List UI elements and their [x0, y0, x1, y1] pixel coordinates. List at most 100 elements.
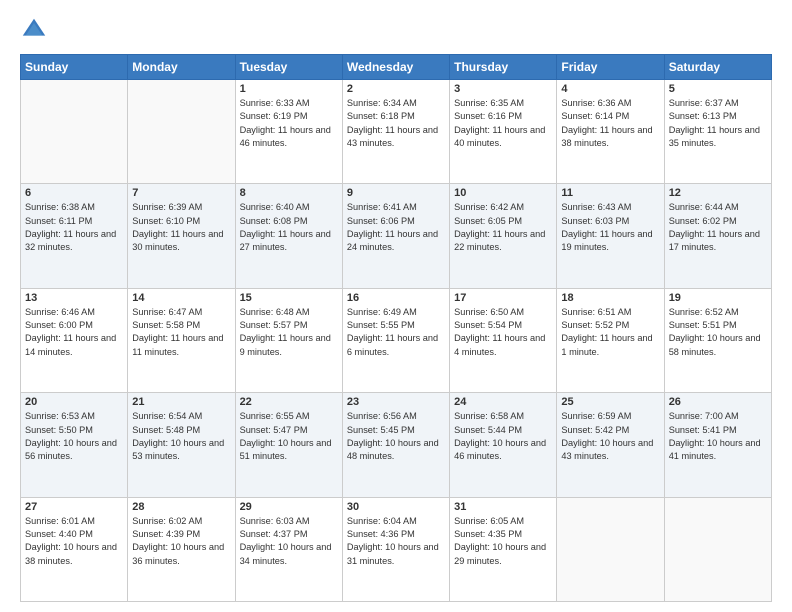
calendar-cell: 9Sunrise: 6:41 AMSunset: 6:06 PMDaylight…	[342, 184, 449, 288]
weekday-header: Thursday	[450, 55, 557, 80]
day-info: Sunrise: 6:58 AMSunset: 5:44 PMDaylight:…	[454, 410, 552, 463]
calendar-cell: 19Sunrise: 6:52 AMSunset: 5:51 PMDayligh…	[664, 288, 771, 392]
day-number: 9	[347, 187, 445, 199]
day-number: 21	[132, 396, 230, 408]
calendar-cell: 10 Sunrise: 6:42 AMSunset: 6:05 PMDayligh…	[450, 184, 557, 288]
logo-icon	[20, 16, 48, 44]
calendar-cell: 13 Sunrise: 6:46 AMSunset: 6:00 PMDayligh…	[21, 288, 128, 392]
day-info: Sunrise: 6:37 AMSunset: 6:13 PMDaylight:…	[669, 97, 767, 150]
weekday-header: Tuesday	[235, 55, 342, 80]
calendar-cell	[128, 80, 235, 184]
calendar-cell: 7 Sunrise: 6:39 AMSunset: 6:10 PMDaylight…	[128, 184, 235, 288]
day-number: 19	[669, 292, 767, 304]
calendar-cell: 28 Sunrise: 6:02 AMSunset: 4:39 PMDayligh…	[128, 497, 235, 601]
day-info: Sunrise: 6:03 AMSunset: 4:37 PMDaylight:…	[240, 515, 338, 568]
calendar-cell: 2 Sunrise: 6:34 AMSunset: 6:18 PMDaylight…	[342, 80, 449, 184]
weekday-header: Sunday	[21, 55, 128, 80]
calendar-cell: 31 Sunrise: 6:05 AMSunset: 4:35 PMDayligh…	[450, 497, 557, 601]
day-info: Sunrise: 6:47 AMSunset: 5:58 PMDaylight:…	[132, 306, 230, 359]
day-info: Sunrise: 6:01 AMSunset: 4:40 PMDaylight:…	[25, 515, 123, 568]
weekday-header: Monday	[128, 55, 235, 80]
day-info: Sunrise: 6:43 AMSunset: 6:03 PMDaylight:…	[561, 201, 659, 254]
day-number: 5	[669, 83, 767, 95]
calendar-cell: 26Sunrise: 7:00 AMSunset: 5:41 PMDayligh…	[664, 393, 771, 497]
day-info: Sunrise: 6:48 AMSunset: 5:57 PMDaylight:…	[240, 306, 338, 359]
calendar-cell: 21 Sunrise: 6:54 AMSunset: 5:48 PMDayligh…	[128, 393, 235, 497]
calendar-cell: 15 Sunrise: 6:48 AMSunset: 5:57 PMDayligh…	[235, 288, 342, 392]
day-info: Sunrise: 6:04 AMSunset: 4:36 PMDaylight:…	[347, 515, 445, 568]
day-number: 13	[25, 292, 123, 304]
calendar-cell: 17 Sunrise: 6:50 AMSunset: 5:54 PMDayligh…	[450, 288, 557, 392]
day-number: 17	[454, 292, 552, 304]
day-number: 1	[240, 83, 338, 95]
calendar-cell: 11Sunrise: 6:43 AMSunset: 6:03 PMDayligh…	[557, 184, 664, 288]
weekday-header: Saturday	[664, 55, 771, 80]
weekday-header: Wednesday	[342, 55, 449, 80]
weekday-header: Friday	[557, 55, 664, 80]
day-number: 12	[669, 187, 767, 199]
calendar-cell: 29 Sunrise: 6:03 AMSunset: 4:37 PMDayligh…	[235, 497, 342, 601]
day-info: Sunrise: 6:39 AMSunset: 6:10 PMDaylight:…	[132, 201, 230, 254]
day-info: Sunrise: 6:34 AMSunset: 6:18 PMDaylight:…	[347, 97, 445, 150]
day-number: 31	[454, 501, 552, 513]
calendar-cell: 6 Sunrise: 6:38 AMSunset: 6:11 PMDaylight…	[21, 184, 128, 288]
day-info: Sunrise: 6:49 AMSunset: 5:55 PMDaylight:…	[347, 306, 445, 359]
day-info: Sunrise: 6:02 AMSunset: 4:39 PMDaylight:…	[132, 515, 230, 568]
calendar-cell: 18 Sunrise: 6:51 AMSunset: 5:52 PMDayligh…	[557, 288, 664, 392]
calendar-cell: 30 Sunrise: 6:04 AMSunset: 4:36 PMDayligh…	[342, 497, 449, 601]
day-number: 2	[347, 83, 445, 95]
day-info: Sunrise: 6:51 AMSunset: 5:52 PMDaylight:…	[561, 306, 659, 359]
day-number: 28	[132, 501, 230, 513]
day-info: Sunrise: 6:44 AMSunset: 6:02 PMDaylight:…	[669, 201, 767, 254]
calendar-cell: 22 Sunrise: 6:55 AMSunset: 5:47 PMDayligh…	[235, 393, 342, 497]
day-number: 25	[561, 396, 659, 408]
calendar-table: SundayMondayTuesdayWednesdayThursdayFrid…	[20, 54, 772, 602]
day-info: Sunrise: 6:42 AMSunset: 6:05 PMDaylight:…	[454, 201, 552, 254]
day-number: 16	[347, 292, 445, 304]
logo	[20, 16, 52, 44]
day-number: 23	[347, 396, 445, 408]
calendar-cell: 14 Sunrise: 6:47 AMSunset: 5:58 PMDayligh…	[128, 288, 235, 392]
day-info: Sunrise: 6:59 AMSunset: 5:42 PMDaylight:…	[561, 410, 659, 463]
day-info: Sunrise: 6:33 AMSunset: 6:19 PMDaylight:…	[240, 97, 338, 150]
calendar-cell	[21, 80, 128, 184]
day-info: Sunrise: 6:36 AMSunset: 6:14 PMDaylight:…	[561, 97, 659, 150]
day-number: 20	[25, 396, 123, 408]
day-info: Sunrise: 7:00 AMSunset: 5:41 PMDaylight:…	[669, 410, 767, 463]
calendar-cell: 8 Sunrise: 6:40 AMSunset: 6:08 PMDaylight…	[235, 184, 342, 288]
calendar-cell: 24 Sunrise: 6:58 AMSunset: 5:44 PMDayligh…	[450, 393, 557, 497]
day-info: Sunrise: 6:53 AMSunset: 5:50 PMDaylight:…	[25, 410, 123, 463]
day-number: 30	[347, 501, 445, 513]
day-number: 18	[561, 292, 659, 304]
day-number: 3	[454, 83, 552, 95]
day-number: 24	[454, 396, 552, 408]
page: SundayMondayTuesdayWednesdayThursdayFrid…	[0, 0, 792, 612]
calendar-cell	[664, 497, 771, 601]
calendar-cell: 27Sunrise: 6:01 AMSunset: 4:40 PMDayligh…	[21, 497, 128, 601]
day-info: Sunrise: 6:54 AMSunset: 5:48 PMDaylight:…	[132, 410, 230, 463]
day-number: 4	[561, 83, 659, 95]
day-number: 7	[132, 187, 230, 199]
calendar-cell: 1 Sunrise: 6:33 AMSunset: 6:19 PMDaylight…	[235, 80, 342, 184]
day-number: 6	[25, 187, 123, 199]
day-number: 14	[132, 292, 230, 304]
day-info: Sunrise: 6:55 AMSunset: 5:47 PMDaylight:…	[240, 410, 338, 463]
day-info: Sunrise: 6:40 AMSunset: 6:08 PMDaylight:…	[240, 201, 338, 254]
day-number: 29	[240, 501, 338, 513]
day-number: 8	[240, 187, 338, 199]
day-info: Sunrise: 6:38 AMSunset: 6:11 PMDaylight:…	[25, 201, 123, 254]
calendar-cell: 4 Sunrise: 6:36 AMSunset: 6:14 PMDaylight…	[557, 80, 664, 184]
day-number: 15	[240, 292, 338, 304]
calendar-cell: 20 Sunrise: 6:53 AMSunset: 5:50 PMDayligh…	[21, 393, 128, 497]
calendar-cell: 16 Sunrise: 6:49 AMSunset: 5:55 PMDayligh…	[342, 288, 449, 392]
day-number: 10	[454, 187, 552, 199]
day-number: 22	[240, 396, 338, 408]
day-info: Sunrise: 6:05 AMSunset: 4:35 PMDaylight:…	[454, 515, 552, 568]
day-info: Sunrise: 6:35 AMSunset: 6:16 PMDaylight:…	[454, 97, 552, 150]
day-info: Sunrise: 6:46 AMSunset: 6:00 PMDaylight:…	[25, 306, 123, 359]
calendar-cell	[557, 497, 664, 601]
day-info: Sunrise: 6:50 AMSunset: 5:54 PMDaylight:…	[454, 306, 552, 359]
day-info: Sunrise: 6:56 AMSunset: 5:45 PMDaylight:…	[347, 410, 445, 463]
calendar-cell: 23 Sunrise: 6:56 AMSunset: 5:45 PMDayligh…	[342, 393, 449, 497]
calendar-cell: 12 Sunrise: 6:44 AMSunset: 6:02 PMDayligh…	[664, 184, 771, 288]
